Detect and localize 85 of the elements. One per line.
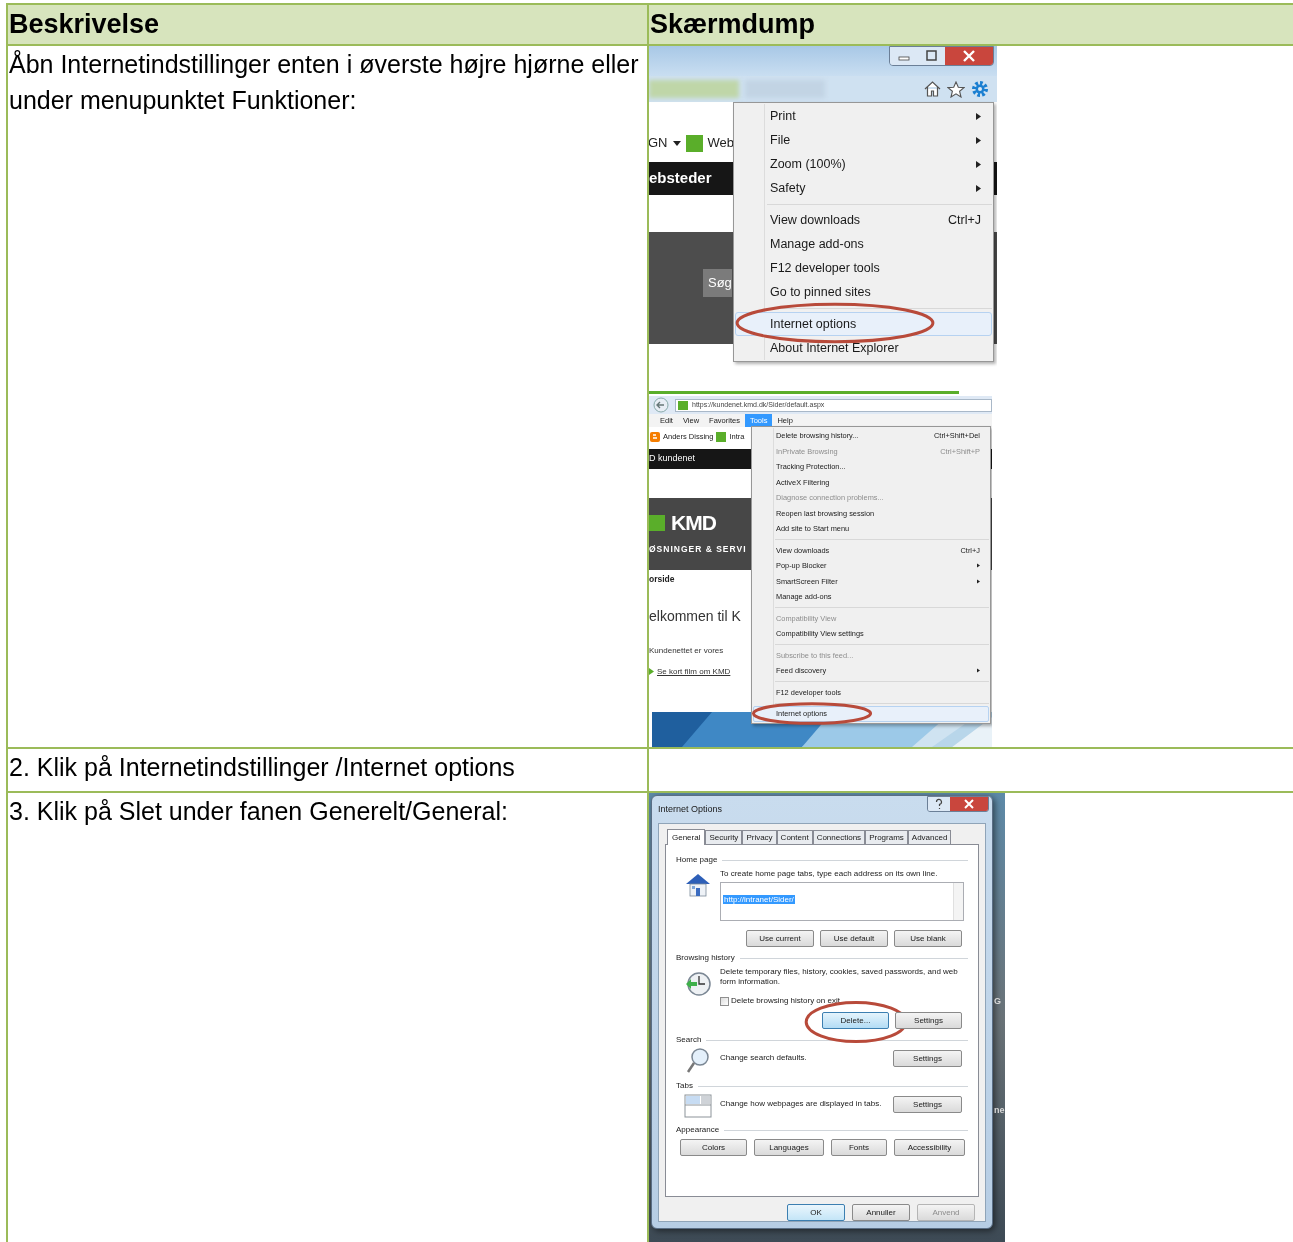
house-icon xyxy=(684,872,712,898)
site-icon xyxy=(716,431,727,442)
button[interactable]: Settings xyxy=(895,1012,962,1029)
logo-square-icon xyxy=(649,514,665,531)
favorite-link[interactable]: GN xyxy=(649,133,668,153)
tabs-window-icon xyxy=(684,1093,712,1119)
submenu-arrow-icon xyxy=(976,160,981,168)
tab[interactable]: Privacy xyxy=(742,830,777,844)
description-text: Change search defaults. xyxy=(720,1052,808,1063)
submenu-arrow-icon xyxy=(977,563,980,569)
menu-item[interactable]: Internet options xyxy=(735,312,992,336)
settings-button[interactable]: Settings xyxy=(893,1096,962,1113)
button[interactable]: Fonts xyxy=(831,1139,887,1156)
button[interactable]: Languages xyxy=(754,1139,824,1156)
checkbox[interactable] xyxy=(720,996,729,1006)
menu-item[interactable]: Manage add-ons xyxy=(735,232,992,256)
instruction-text: Åbn Internetindstillinger enten i øverste højre hjørne eller under menupunktet Funktioner: xyxy=(9,49,640,116)
tab[interactable]: Programs xyxy=(865,830,908,844)
clock-icon xyxy=(684,970,712,998)
arrow-icon xyxy=(649,668,654,676)
close-icon[interactable] xyxy=(945,47,993,65)
instruction-text: 2. Klik på Internetindstillinger /Internet options xyxy=(9,752,516,783)
submenu-arrow-icon xyxy=(976,136,981,144)
instruction-text: 3. Klik på Slet under fanen Generelt/General: xyxy=(9,796,509,827)
breadcrumb-link[interactable]: orside xyxy=(649,573,675,586)
description-text: Delete temporary files, history, cookies, saved passwords, and web form information. xyxy=(720,967,959,987)
button[interactable]: Delete... xyxy=(822,1012,889,1029)
button[interactable]: OK xyxy=(787,1204,845,1221)
description-text: To create home page tabs, type each address on its own line. xyxy=(720,869,939,879)
nav-tab[interactable]: ebsteder xyxy=(649,167,712,190)
checkbox-label[interactable]: Delete browsing history on exit xyxy=(731,995,840,1007)
button[interactable]: Use current xyxy=(746,930,814,947)
shortcut-text: Ctrl+J xyxy=(948,211,981,229)
favorite-link[interactable]: Web xyxy=(707,133,734,153)
magnifier-icon xyxy=(685,1047,711,1075)
menu-item[interactable]: Safety xyxy=(735,176,992,200)
restore-icon[interactable] xyxy=(918,47,945,65)
star-icon[interactable] xyxy=(947,80,965,98)
button[interactable]: Use blank xyxy=(894,930,962,947)
tab[interactable]: Connections xyxy=(812,830,866,844)
column-header: Beskrivelse xyxy=(9,8,160,42)
button[interactable]: Colors xyxy=(680,1139,747,1156)
submenu-arrow-icon xyxy=(976,112,981,120)
section-heading: Browsing history xyxy=(676,952,735,964)
menu-item[interactable]: Go to pinned sites xyxy=(735,280,992,304)
settings-icon[interactable] xyxy=(971,80,989,98)
submenu-arrow-icon xyxy=(977,668,980,674)
back-icon[interactable] xyxy=(651,397,671,413)
menu-item[interactable]: View downloads Ctrl+J xyxy=(735,208,992,232)
submenu-arrow-icon xyxy=(977,578,980,584)
page-heading: elkommen til K xyxy=(649,606,741,626)
intro-text: Kundenettet er vores xyxy=(649,644,724,657)
caret-icon xyxy=(672,140,681,146)
section-heading: Appearance xyxy=(676,1124,720,1136)
tagline: ØSNINGER & SERVI xyxy=(649,543,747,556)
tab[interactable]: General xyxy=(667,829,706,845)
menu-item[interactable]: Zoom (100%) xyxy=(735,152,992,176)
window-title: Internet Options xyxy=(658,803,723,816)
home-icon[interactable] xyxy=(924,81,941,97)
tab[interactable]: Security xyxy=(705,830,743,844)
button[interactable]: Annuller xyxy=(852,1204,910,1221)
menu-item[interactable]: F12 developer tools xyxy=(735,256,992,280)
menu-item[interactable]: File xyxy=(735,128,992,152)
logo: KMD xyxy=(671,512,716,534)
button[interactable]: Use default xyxy=(820,930,888,947)
settings-button[interactable]: Settings xyxy=(893,1050,962,1067)
tab[interactable]: Advanced xyxy=(907,830,952,844)
description-text: Change how webpages are displayed in tabs. xyxy=(720,1098,883,1109)
site-icon xyxy=(685,134,703,152)
search-button[interactable]: Søg xyxy=(703,269,732,297)
section-heading: Home page xyxy=(676,854,718,866)
site-title: D kundenet xyxy=(649,452,696,466)
video-link[interactable]: Se kort film om KMD xyxy=(657,665,731,678)
menu-item[interactable]: About Internet Explorer xyxy=(735,336,992,360)
submenu-arrow-icon xyxy=(976,184,981,192)
tab[interactable]: Content xyxy=(776,830,813,844)
help-icon[interactable] xyxy=(928,797,950,811)
section-heading: Tabs xyxy=(676,1080,693,1092)
close-icon[interactable] xyxy=(950,797,988,811)
menu-item[interactable]: Print xyxy=(735,104,992,128)
column-header: Skærmdump xyxy=(650,8,816,42)
section-heading: Search xyxy=(676,1034,702,1046)
button[interactable]: Accessibility xyxy=(894,1139,965,1156)
text-fragment: G xyxy=(994,995,1002,1008)
text-fragment: ne xyxy=(994,1103,1005,1117)
